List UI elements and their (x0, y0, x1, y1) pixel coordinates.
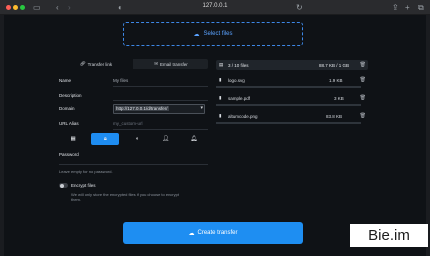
upload-icon: ☁ (188, 230, 195, 237)
trash-icon[interactable]: 🗑︎ (360, 77, 366, 83)
bell-icon[interactable]: 🔔︎ (180, 133, 208, 145)
browser-toolbar: ▭ ‹ › ◐ 127.0.0.1 ↻ ⇪ + ⧉ (0, 0, 430, 15)
privacy-shield-icon[interactable]: ◐ (118, 2, 123, 13)
chevron-down-icon: ▾ (200, 105, 203, 111)
url-text: 127.0.0.1 (202, 3, 228, 9)
forward-icon[interactable]: › (68, 2, 71, 13)
file-row: ▮ altumcode.png 83.8 KB 🗑︎ (216, 111, 368, 121)
name-label: Name (59, 78, 72, 83)
files-count: 3 / 10 files (228, 62, 249, 68)
files-summary-header: ▤ 3 / 10 files 88.7 KB / 1 GB 🗑︎ (216, 60, 368, 70)
encrypt-hint-line1: We will only store the encrypted files i… (71, 192, 179, 197)
zoom-window-button[interactable] (20, 5, 25, 10)
transfer-type-tabs: 🔗︎ Transfer link ✉ Email transfer (59, 59, 208, 69)
tab-email-transfer[interactable]: ✉ Email transfer (134, 59, 208, 69)
address-bar[interactable]: 127.0.0.1 (154, 2, 276, 13)
reload-icon[interactable]: ↻ (296, 2, 303, 13)
password-input[interactable] (59, 164, 208, 165)
upload-progress-bar (216, 122, 361, 124)
password-label: Password (59, 152, 79, 157)
link-icon: 🔗︎ (79, 61, 86, 66)
envelope-icon: ✉ (154, 61, 158, 66)
file-icon: ▮ (219, 113, 222, 118)
share-icon[interactable]: ⇪ (392, 2, 399, 13)
encrypt-toggle[interactable] (59, 183, 68, 188)
tab-email-transfer-label: Email transfer (160, 61, 188, 67)
upload-progress-bar (216, 104, 361, 106)
minimize-window-button[interactable] (13, 5, 18, 10)
url-alias-input[interactable]: my_custom-url (113, 121, 143, 126)
toggle-knob (59, 183, 64, 188)
user-icon[interactable]: 👤︎ (152, 133, 180, 145)
password-hint: Leave empty for no password. (59, 169, 113, 174)
url-alias-label: URL Alias (59, 121, 79, 126)
domain-label: Domain (59, 106, 75, 111)
calendar-icon[interactable]: ▦ (59, 133, 87, 145)
domain-select[interactable]: http://127.0.0.1/d/transfer/ ▾ (113, 104, 205, 114)
trash-icon[interactable]: 🗑︎ (360, 113, 366, 119)
close-window-button[interactable] (6, 5, 11, 10)
trash-all-icon[interactable]: 🗑︎ (360, 62, 366, 68)
file-size: 1.9 KB (329, 77, 343, 83)
description-label: Description (59, 93, 82, 98)
create-transfer-button[interactable]: ☁ Create transfer (123, 222, 303, 244)
encrypt-label: Encrypt files (71, 183, 96, 188)
file-stack-icon: ▤ (219, 62, 224, 67)
tab-transfer-link[interactable]: 🔗︎ Transfer link (59, 59, 133, 69)
url-alias-underline (113, 129, 208, 130)
right-edge (426, 15, 430, 256)
domain-value: http://127.0.0.1/d/transfer/ (115, 106, 169, 111)
name-input-underline (113, 86, 208, 87)
select-files-label: Select files (203, 31, 233, 37)
files-total-size: 88.7 KB / 1 GB (319, 62, 350, 68)
encrypt-hint-line2: them. (71, 197, 82, 202)
file-size: 3 KB (334, 95, 344, 101)
file-icon: ▮ (219, 77, 222, 82)
trash-icon[interactable]: 🗑︎ (360, 95, 366, 101)
file-name: altumcode.png (228, 113, 258, 119)
file-name: sample.pdf (228, 95, 251, 101)
file-icon: ▮ (219, 95, 222, 100)
tab-overview-icon[interactable]: ⧉ (418, 2, 424, 13)
watermark: Bie.im (350, 224, 428, 247)
description-input[interactable] (113, 100, 208, 101)
lock-icon[interactable]: 🔒︎ (91, 133, 120, 145)
name-input[interactable]: My files (113, 78, 128, 83)
options-icon-row: ▦ 🔒︎ ◐ 👤︎ 🔔︎ (59, 133, 208, 145)
file-name: logo.svg (228, 77, 245, 83)
new-tab-icon[interactable]: + (405, 2, 410, 13)
sidebar-toggle-icon[interactable]: ▭ (33, 2, 41, 13)
select-files-dropzone[interactable]: ☁ Select files (123, 22, 303, 46)
left-edge (0, 15, 4, 256)
upload-progress-bar (216, 86, 361, 88)
upload-cloud-icon: ☁ (193, 31, 200, 38)
tab-transfer-link-label: Transfer link (87, 61, 113, 67)
file-row: ▮ sample.pdf 3 KB 🗑︎ (216, 93, 368, 103)
file-row: ▮ logo.svg 1.9 KB 🗑︎ (216, 75, 368, 85)
file-size: 83.8 KB (326, 113, 343, 119)
contrast-icon[interactable]: ◐ (123, 133, 151, 145)
create-transfer-label: Create transfer (197, 230, 238, 236)
back-icon[interactable]: ‹ (56, 2, 59, 13)
